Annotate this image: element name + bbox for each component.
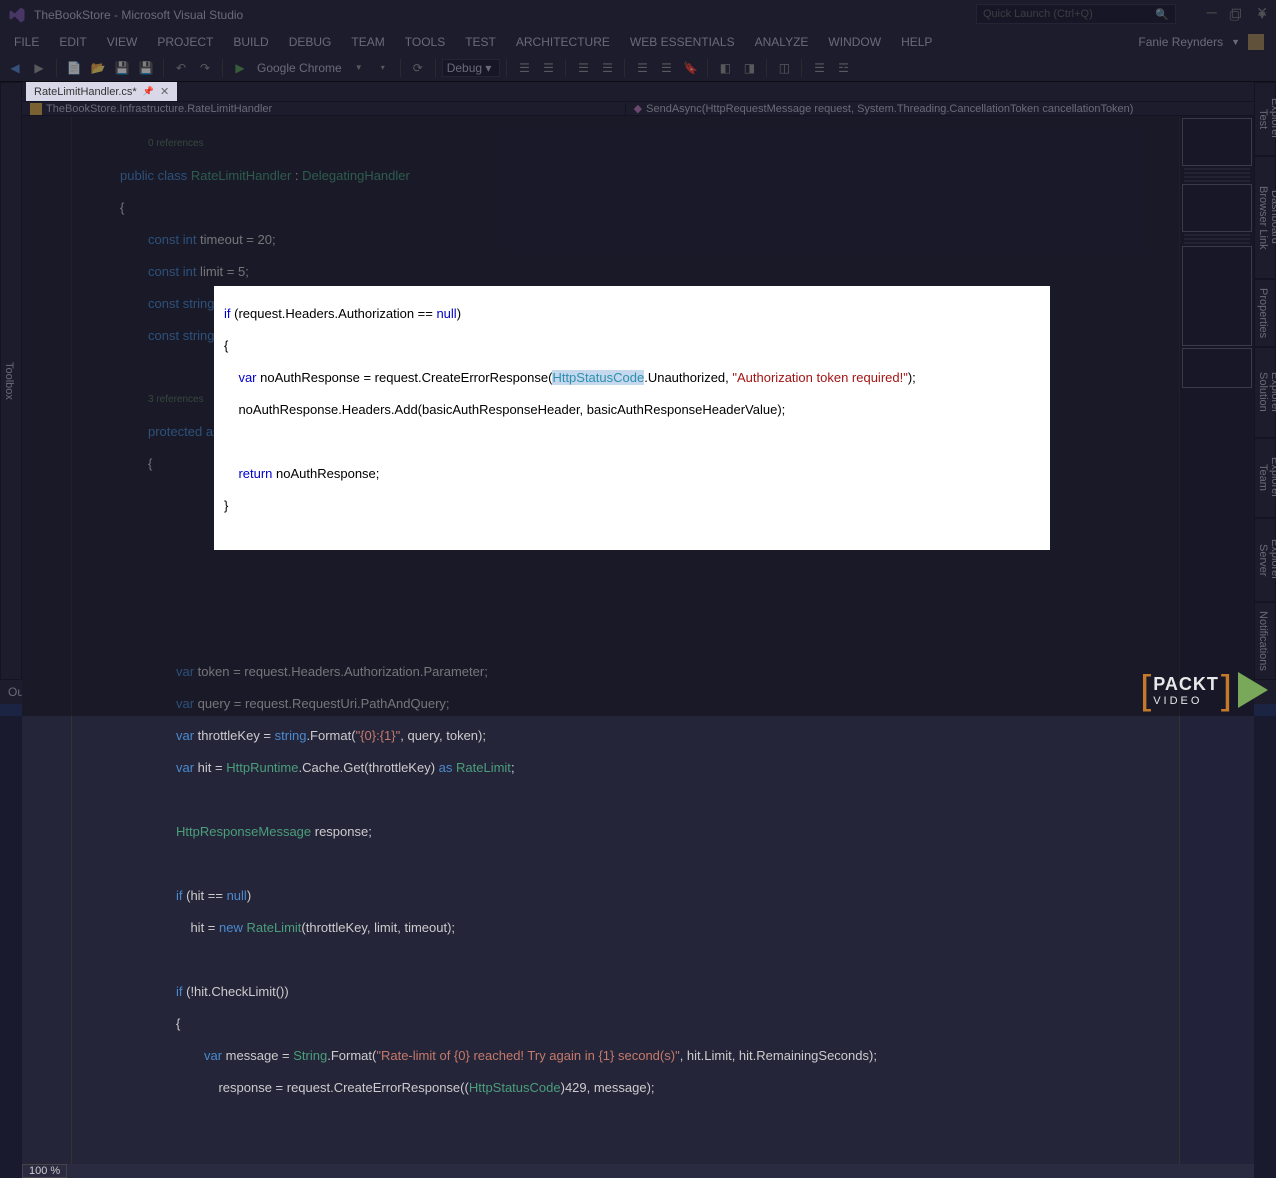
gutter xyxy=(22,116,72,1164)
search-icon: 🔍 xyxy=(1155,8,1169,21)
quick-launch-placeholder: Quick Launch (Ctrl+Q) xyxy=(983,8,1093,20)
tb-icon-4[interactable]: ☰ xyxy=(596,57,618,79)
config-combo[interactable]: Debug ▾ xyxy=(442,59,501,77)
tb-icon-12[interactable]: ☲ xyxy=(832,57,854,79)
tb-icon-3[interactable]: ☰ xyxy=(572,57,594,79)
maximize-button[interactable]: ◻ xyxy=(1231,4,1243,21)
panel-solution-explorer[interactable]: Solution Explorer xyxy=(1254,347,1276,438)
packt-logo: [ PACKTVIDEO ] xyxy=(1138,672,1268,708)
save-all-button[interactable]: 💾 xyxy=(135,57,157,79)
nav-fwd-button[interactable]: ▶ xyxy=(28,57,50,79)
tb-icon-5[interactable]: ☰ xyxy=(631,57,653,79)
file-tab[interactable]: RateLimitHandler.cs* 📌 ✕ xyxy=(26,82,177,101)
quick-launch-input[interactable]: Quick Launch (Ctrl+Q) 🔍 xyxy=(976,4,1176,24)
zoom-level[interactable]: 100 % xyxy=(22,1164,67,1178)
refresh-button[interactable]: ⟳ xyxy=(407,57,429,79)
file-tab-name: RateLimitHandler.cs* xyxy=(34,86,137,98)
minimize-button[interactable]: ─ xyxy=(1207,4,1217,21)
menu-file[interactable]: FILE xyxy=(4,32,49,52)
undo-button[interactable]: ↶ xyxy=(170,57,192,79)
menu-tools[interactable]: TOOLS xyxy=(395,32,455,52)
redo-button[interactable]: ↷ xyxy=(194,57,216,79)
tb-icon-7[interactable]: 🔖 xyxy=(679,57,701,79)
menu-window[interactable]: WINDOW xyxy=(818,32,891,52)
minimap[interactable] xyxy=(1179,116,1254,1164)
code-editor[interactable]: 0 references public class RateLimitHandl… xyxy=(72,116,1179,1164)
editor-area: RateLimitHandler.cs* 📌 ✕ TheBookStore.In… xyxy=(22,82,1254,680)
panel-notifications[interactable]: Notifications xyxy=(1254,602,1276,680)
method-icon: ◆ xyxy=(634,102,642,115)
browser-dropdown[interactable]: ▾ xyxy=(372,57,394,79)
menu-project[interactable]: PROJECT xyxy=(147,32,223,52)
close-tab-button[interactable]: ✕ xyxy=(160,85,169,98)
menu-architecture[interactable]: ARCHITECTURE xyxy=(506,32,620,52)
save-button[interactable]: 💾 xyxy=(111,57,133,79)
run-dropdown[interactable]: ▼ xyxy=(348,57,370,79)
avatar[interactable] xyxy=(1248,34,1264,50)
menu-help[interactable]: HELP xyxy=(891,32,942,52)
close-button[interactable]: ✕ xyxy=(1256,4,1268,21)
menu-webessentials[interactable]: WEB ESSENTIALS xyxy=(620,32,745,52)
code-highlight: if (request.Headers.Authorization == nul… xyxy=(214,286,1050,550)
class-icon xyxy=(30,103,42,115)
breadcrumb-method[interactable]: SendAsync(HttpRequestMessage request, Sy… xyxy=(646,103,1133,115)
run-target[interactable]: Google Chrome xyxy=(253,61,346,75)
breadcrumb-class[interactable]: TheBookStore.Infrastructure.RateLimitHan… xyxy=(46,103,272,115)
tb-icon-11[interactable]: ☰ xyxy=(808,57,830,79)
menu-team[interactable]: TEAM xyxy=(341,32,394,52)
tb-icon-10[interactable]: ◫ xyxy=(773,57,795,79)
menu-view[interactable]: VIEW xyxy=(97,32,148,52)
nav-back-button[interactable]: ◀ xyxy=(4,57,26,79)
panel-toolbox[interactable]: Toolbox xyxy=(0,82,22,680)
menu-analyze[interactable]: ANALYZE xyxy=(745,32,819,52)
tb-icon-9[interactable]: ◨ xyxy=(738,57,760,79)
tb-icon-6[interactable]: ☰ xyxy=(655,57,677,79)
chevron-down-icon[interactable]: ▼ xyxy=(1231,37,1240,47)
toolbar: ◀ ▶ 📄 📂 💾 💾 ↶ ↷ ▶ Google Chrome ▼ ▾ ⟳ De… xyxy=(0,54,1276,82)
menu-edit[interactable]: EDIT xyxy=(49,32,96,52)
menu-test[interactable]: TEST xyxy=(455,32,506,52)
pin-icon[interactable]: 📌 xyxy=(143,86,154,97)
menu-debug[interactable]: DEBUG xyxy=(279,32,342,52)
vs-icon xyxy=(8,6,26,24)
user-name[interactable]: Fanie Reynders xyxy=(1138,35,1223,49)
panel-properties[interactable]: Properties xyxy=(1254,279,1276,347)
tb-icon-1[interactable]: ☰ xyxy=(513,57,535,79)
run-button[interactable]: ▶ xyxy=(229,57,251,79)
open-button[interactable]: 📂 xyxy=(87,57,109,79)
panel-browser-link[interactable]: Browser Link Dashboard xyxy=(1254,156,1276,279)
new-project-button[interactable]: 📄 xyxy=(63,57,85,79)
play-triangle-icon xyxy=(1238,672,1268,708)
panel-team-explorer[interactable]: Team Explorer xyxy=(1254,438,1276,518)
menu-bar: FILE EDIT VIEW PROJECT BUILD DEBUG TEAM … xyxy=(0,30,1276,54)
tb-icon-2[interactable]: ☰ xyxy=(537,57,559,79)
panel-server-explorer[interactable]: Server Explorer xyxy=(1254,518,1276,603)
menu-build[interactable]: BUILD xyxy=(223,32,278,52)
panel-test-explorer[interactable]: Test Explorer xyxy=(1254,82,1276,156)
tb-icon-8[interactable]: ◧ xyxy=(714,57,736,79)
